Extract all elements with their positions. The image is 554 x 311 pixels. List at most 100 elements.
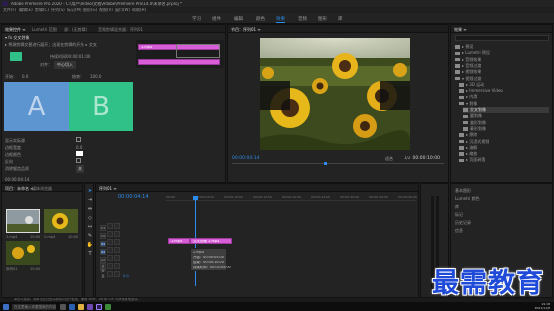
effects-tree-item[interactable]: ▸ 3D 运动 (459, 82, 549, 88)
effects-tree-item[interactable]: ▾ 划像 (459, 101, 549, 107)
track-header[interactable]: 主声道 0.0 (100, 262, 160, 278)
timeline-timecode[interactable]: 00:00:04:14 (118, 194, 149, 200)
menu-view[interactable]: 视图(V) (99, 8, 113, 12)
menu-graphics[interactable]: 图形(G) (83, 8, 97, 12)
taskbar-clock[interactable]: 19:18 2021/11/8 (535, 302, 550, 310)
effects-tree-item[interactable]: ▾ 视频过渡 (455, 76, 549, 82)
reverse-checkbox[interactable] (76, 158, 81, 163)
effects-tree-item[interactable]: ▸ 沉浸式视频 (459, 139, 549, 145)
effects-tree-item[interactable]: ▸ Lumetri 预设 (455, 50, 549, 56)
effects-tree-item[interactable]: ▸ Immersive Video (459, 88, 549, 93)
zoom-fit-dropdown[interactable]: 适合 (385, 156, 393, 162)
timeline-ruler[interactable]: 00:00 00:00:05:00 00:00:10:00 00:00:15:00 00… (166, 196, 417, 201)
menu-help[interactable]: 帮助(H) (132, 8, 146, 12)
effects-search-input[interactable] (455, 35, 549, 41)
effects-tree-item[interactable]: ▸ 页面剥落 (459, 157, 549, 163)
effects-tree-item[interactable]: 菱形划像 (463, 126, 549, 132)
mini-clip-v2[interactable] (138, 59, 220, 65)
workspace-audio[interactable]: 音频 (298, 16, 307, 22)
panel-list-item[interactable]: 历史记录 (455, 220, 471, 226)
program-current-timecode[interactable]: 00:00:04:14 (232, 156, 259, 161)
effects-tree-item[interactable]: 圆划像 (463, 113, 549, 119)
track-header[interactable]: V2 (100, 222, 160, 239)
program-video-frame[interactable] (260, 38, 410, 150)
track-target-toggle[interactable]: 主声道 (100, 263, 106, 278)
start-value[interactable]: 0.0 (22, 74, 28, 79)
panel-list-item[interactable]: Lumetri 颜色 (455, 196, 480, 202)
tab-effects[interactable]: 效果 ≡ (454, 27, 467, 33)
antialias-dropdown[interactable]: 关 (76, 165, 84, 173)
end-value[interactable]: 100.0 (90, 74, 101, 79)
taskbar-search-input[interactable]: 在这里输入你要搜索的内容 (12, 303, 56, 310)
menu-window[interactable]: 窗口(W) (115, 8, 130, 12)
tab-lumetri-scopes[interactable]: Lumetri 范围 (32, 27, 57, 33)
pen-tool-icon[interactable]: ✎ (86, 233, 94, 239)
tab-sequence-01[interactable]: 序列01 ≡ (99, 186, 117, 192)
effects-tree-item[interactable]: ▸ 音频过渡 (455, 63, 549, 69)
effect-controls-time[interactable]: 00:00:04:14 (5, 177, 29, 182)
tab-audio-clip-mixer[interactable]: 音频剪辑混合器：序列01 (98, 27, 143, 33)
effects-tree-item[interactable]: ▸ 音频效果 (455, 57, 549, 63)
program-playhead[interactable] (324, 162, 327, 165)
tab-media-browser[interactable]: 媒体浏览器 (32, 186, 52, 192)
workspace-learn[interactable]: 学习 (192, 16, 201, 22)
start-icon[interactable] (3, 303, 9, 310)
workspace-color[interactable]: 颜色 (256, 16, 265, 22)
mini-transition[interactable] (176, 44, 220, 58)
premiere-taskbar-icon[interactable] (96, 303, 102, 310)
transition-preview-thumb[interactable] (10, 52, 22, 61)
task-view-icon[interactable] (60, 303, 66, 310)
menu-sequence[interactable]: 序列(S) (51, 8, 65, 12)
panel-list-item[interactable]: 标记 (455, 212, 463, 218)
workspace-editing[interactable]: 编辑 (234, 16, 243, 22)
effect-section-title[interactable]: ▾ fx 交叉划像 (5, 35, 29, 41)
edge-icon[interactable] (69, 303, 75, 310)
track-header[interactable]: A1 (100, 238, 160, 255)
program-time-ruler[interactable] (232, 163, 444, 166)
workspace-assembly[interactable]: 组件 (212, 16, 221, 22)
track-header[interactable]: V1 (100, 230, 160, 247)
timeline-clip-1[interactable]: 1.mp4 (168, 238, 190, 244)
track-header[interactable]: A3 (100, 254, 160, 271)
menu-file[interactable]: 文件(F) (3, 8, 16, 12)
selection-tool-icon[interactable]: ➤ (86, 188, 94, 194)
timeline-clip-2[interactable]: 交叉划像 2.mp4 (190, 238, 232, 244)
panel-list-item[interactable]: 信息 (455, 228, 463, 234)
ripple-edit-tool-icon[interactable]: ⇹ (86, 206, 94, 212)
file-explorer-icon[interactable] (78, 303, 84, 310)
tab-source[interactable]: 源：(无剪辑) (64, 27, 87, 33)
menu-marker[interactable]: 标记(M) (67, 8, 82, 12)
track-select-tool-icon[interactable]: ⇥ (86, 197, 94, 203)
workspace-graphics[interactable]: 图形 (318, 16, 327, 22)
tab-project[interactable]: 项目：未命名 ≡ (5, 186, 34, 192)
menu-clip[interactable]: 剪辑(C) (35, 8, 49, 12)
workspace-libraries[interactable]: 库 (338, 16, 343, 22)
resolution-dropdown[interactable]: 1/2 (404, 156, 410, 160)
workspace-effects[interactable]: 效果 (276, 16, 285, 23)
border-color-swatch[interactable] (76, 151, 83, 156)
type-tool-icon[interactable]: T (86, 251, 94, 257)
hand-tool-icon[interactable]: ✋ (86, 242, 94, 248)
track-lock-icon[interactable] (107, 271, 113, 277)
align-dropdown[interactable]: 中心切入 (54, 61, 76, 69)
wechat-icon[interactable] (105, 303, 111, 310)
mute-icon[interactable] (114, 271, 120, 277)
effects-tree-item[interactable]: ▸ 擦除 (459, 132, 549, 138)
duration-value[interactable]: 00:00:01:00 (66, 54, 90, 59)
effects-tree-item[interactable]: 盒形划像 (463, 120, 549, 126)
panel-list-item[interactable]: 库 (455, 204, 459, 210)
effects-tree-item[interactable]: ▸ 视频效果 (455, 69, 549, 75)
project-clip-2[interactable] (44, 209, 78, 233)
slip-tool-icon[interactable]: ↔ (86, 224, 94, 230)
tab-effect-controls[interactable]: 效果控件 ≡ (5, 27, 26, 33)
effects-tree-item[interactable]: ▸ 溶解 (459, 145, 549, 151)
panel-list-item[interactable]: 基本图形 (455, 188, 471, 194)
show-actual-checkbox[interactable] (76, 137, 81, 142)
razor-tool-icon[interactable]: ◇ (86, 215, 94, 221)
tab-program[interactable]: 节目：序列01 ≡ (231, 27, 261, 33)
store-icon[interactable] (87, 303, 93, 310)
menu-edit[interactable]: 编辑(E) (19, 8, 33, 12)
project-clip-1[interactable] (6, 209, 40, 233)
project-sequence[interactable] (6, 241, 40, 265)
effects-tree-item[interactable]: ▸ 内滑 (459, 94, 549, 100)
